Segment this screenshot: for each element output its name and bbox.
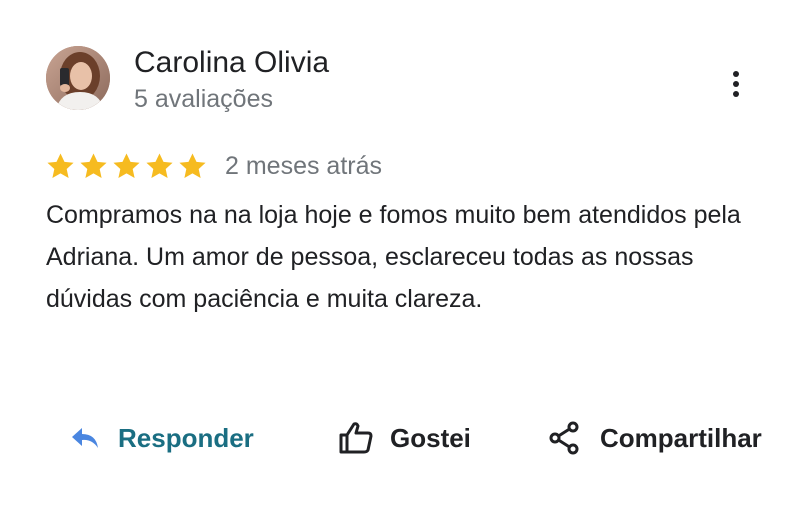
more-options-button[interactable] [716,64,756,104]
star-icon [47,152,74,178]
star-rating [44,150,209,183]
like-label: Gostei [390,422,471,453]
author-review-count[interactable]: 5 avaliações [134,83,273,115]
share-icon [549,421,579,455]
review-actions: Responder Gostei Compartilhar [0,412,800,464]
star-icon [146,152,173,178]
review-card: Carolina Olivia 5 avaliações 2 meses atr… [0,0,800,518]
review-text: Compramos na na loja hoje e fomos muito … [46,201,741,313]
reply-button[interactable]: Responder [70,412,254,464]
star-icon [113,152,140,178]
share-button[interactable]: Compartilhar [548,412,762,464]
star-icon [80,152,107,178]
author-name[interactable]: Carolina Olivia [134,44,329,82]
more-vertical-icon [733,71,739,97]
avatar-photo [46,46,110,110]
review-date: 2 meses atrás [225,151,383,180]
reply-arrow-icon [72,428,98,448]
share-label: Compartilhar [600,422,762,453]
reply-label: Responder [118,422,254,453]
like-button[interactable]: Gostei [338,412,471,464]
avatar[interactable] [46,46,110,110]
rating-row: 2 meses atrás [44,149,382,183]
thumbs-up-icon [339,422,373,454]
star-icon [179,152,206,178]
